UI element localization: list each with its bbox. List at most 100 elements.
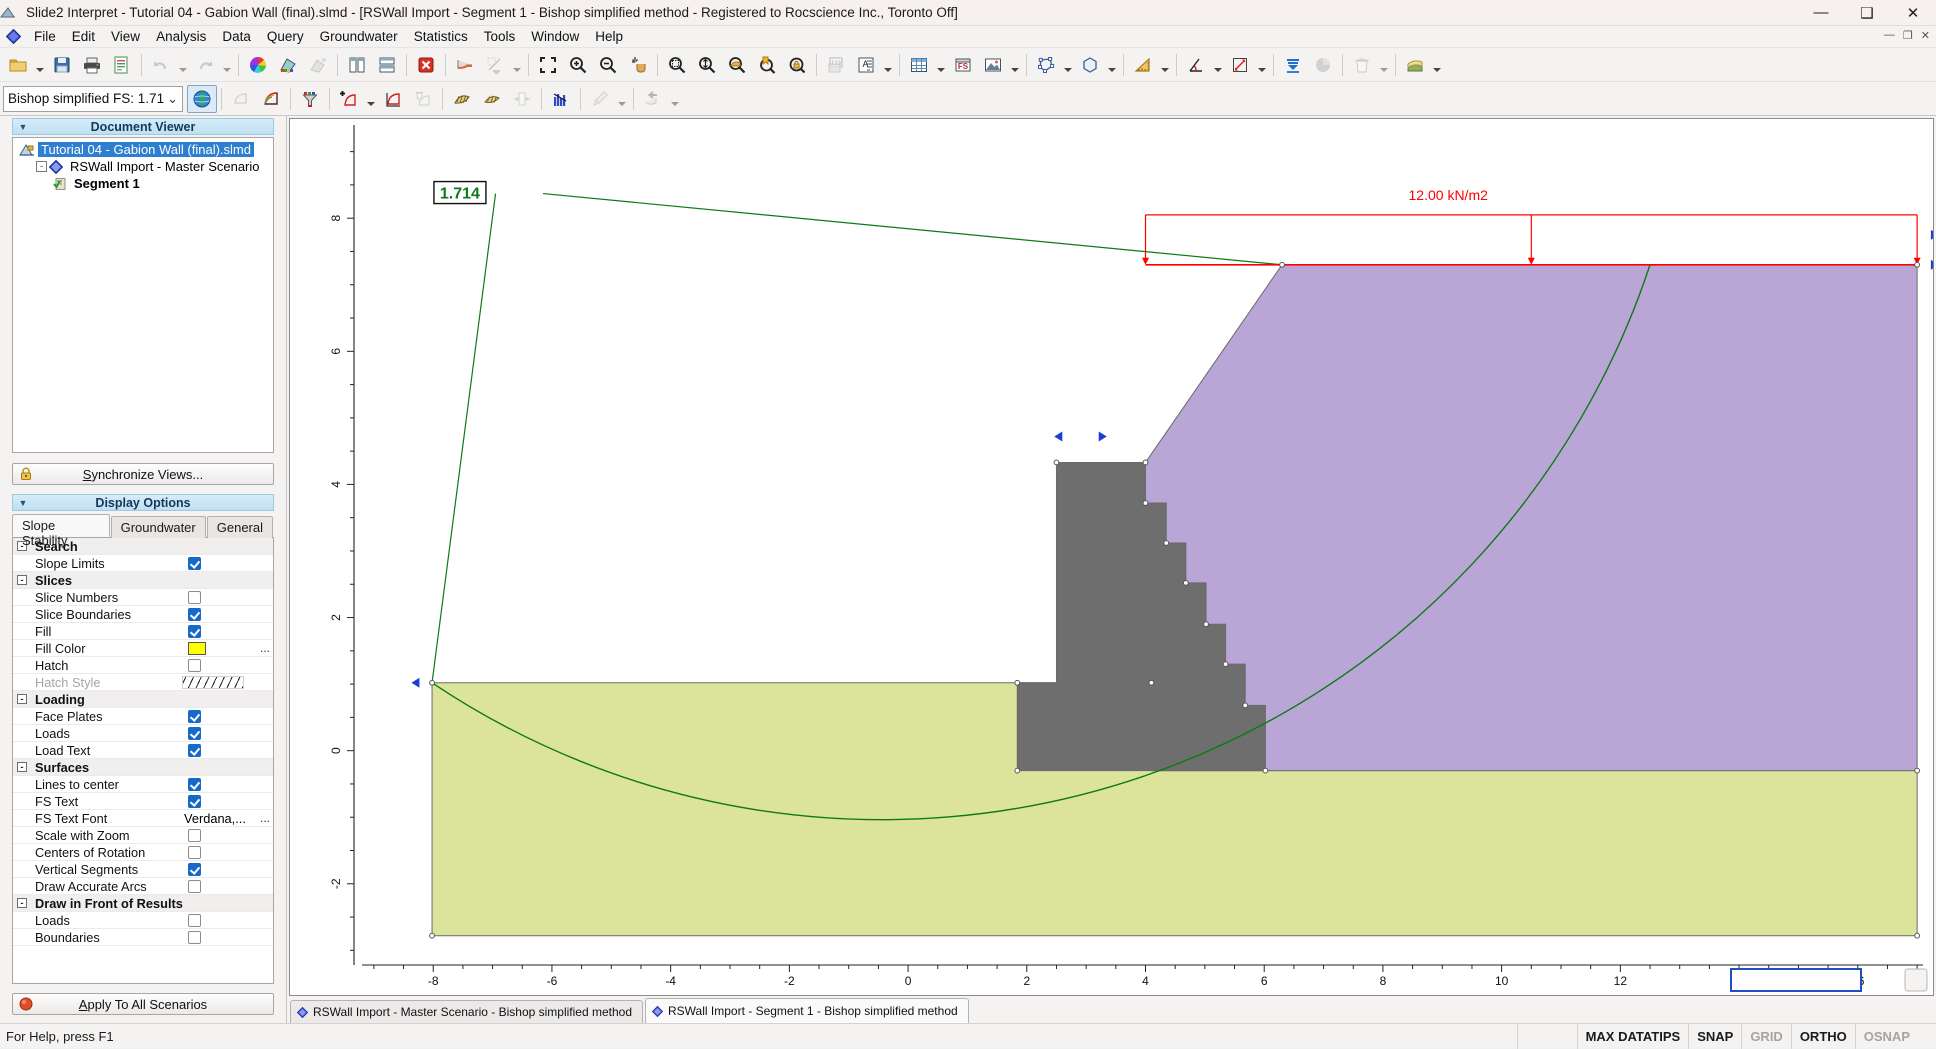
option-ellipsis-button[interactable]: ... — [257, 811, 273, 825]
option-value[interactable] — [182, 828, 257, 842]
document-viewer-header[interactable]: ▼ Document Viewer — [12, 118, 274, 135]
redo-dropdown-arrow-icon[interactable] — [220, 51, 234, 79]
add-surface-dropdown-arrow-icon[interactable] — [364, 85, 378, 113]
option-value[interactable] — [182, 879, 257, 893]
option-row-hatch-style[interactable]: Hatch Style — [13, 674, 273, 691]
option-group-loading[interactable]: - Loading — [13, 691, 273, 708]
view-tab-master-scenario[interactable]: RSWall Import - Master Scenario - Bishop… — [290, 1000, 643, 1023]
option-row-load-text[interactable]: Load Text — [13, 742, 273, 759]
checkbox-checked-icon[interactable] — [188, 726, 201, 740]
checkbox-checked-icon[interactable] — [188, 743, 201, 757]
all-surfaces-button[interactable] — [226, 85, 256, 113]
option-row-hatch[interactable]: Hatch — [13, 657, 273, 674]
status-ortho[interactable]: ORTHO — [1790, 1023, 1855, 1049]
save-button[interactable] — [47, 51, 77, 79]
add-picture-button[interactable] — [978, 51, 1008, 79]
option-row-slope-limits[interactable]: Slope Limits — [13, 555, 273, 572]
open-file-button[interactable] — [3, 51, 33, 79]
display-options-header[interactable]: ▼ Display Options — [12, 494, 274, 511]
option-value[interactable] — [182, 913, 257, 927]
delete-button[interactable] — [1347, 51, 1377, 79]
chart-canvas[interactable]: 1.71412.00 kN/m2-8-6-4-20246810121416-20… — [289, 118, 1934, 996]
collapse-caret-icon-2[interactable]: ▼ — [13, 498, 33, 508]
status-snap[interactable]: SNAP — [1688, 1023, 1741, 1049]
menu-item-statistics[interactable]: Statistics — [406, 27, 476, 46]
query-point-dropdown-arrow-icon[interactable] — [615, 85, 629, 113]
checkbox-checked-icon[interactable] — [188, 709, 201, 723]
zoom-in-button[interactable] — [563, 51, 593, 79]
show-slices-button[interactable] — [447, 85, 477, 113]
material-layers-button[interactable] — [1400, 51, 1430, 79]
zoom-out-button[interactable] — [593, 51, 623, 79]
tab-groundwater[interactable]: Groundwater — [110, 516, 206, 538]
menu-item-help[interactable]: Help — [587, 27, 631, 46]
checkbox-unchecked-icon[interactable] — [188, 845, 201, 859]
color-surfaces-button[interactable] — [256, 85, 286, 113]
coordinate-input-box[interactable] — [1730, 968, 1862, 992]
grid-line-button[interactable] — [480, 51, 510, 79]
slope-stability-plot[interactable]: 1.71412.00 kN/m2-8-6-4-20246810121416-20… — [290, 119, 1933, 996]
measure-dropdown-arrow-icon[interactable] — [1158, 51, 1172, 79]
status-max-datatips[interactable]: MAX DATATIPS — [1576, 1023, 1689, 1049]
option-row-lines-to-center[interactable]: Lines to center — [13, 776, 273, 793]
add-surface-button[interactable] — [334, 85, 364, 113]
menu-item-data[interactable]: Data — [214, 27, 259, 46]
show-slices2-button[interactable] — [477, 85, 507, 113]
color-swatch[interactable] — [188, 641, 206, 655]
checkbox-checked-icon[interactable] — [188, 777, 201, 791]
back-analysis-dropdown-arrow-icon[interactable] — [668, 85, 682, 113]
group-expander[interactable]: - — [13, 694, 31, 704]
option-value[interactable] — [182, 607, 257, 621]
polygon-button[interactable] — [1075, 51, 1105, 79]
close-view-button[interactable] — [411, 51, 441, 79]
menu-item-query[interactable]: Query — [259, 27, 312, 46]
tab-slope-stability[interactable]: Slope Stability — [12, 514, 110, 548]
tile-vertically-button[interactable] — [342, 51, 372, 79]
checkbox-checked-icon[interactable] — [188, 607, 201, 621]
mdi-close-button[interactable]: ✕ — [1921, 29, 1930, 42]
checkbox-checked-icon[interactable] — [188, 794, 201, 808]
menu-item-view[interactable]: View — [103, 27, 148, 46]
measure-button[interactable] — [1128, 51, 1158, 79]
zoom-bookmark-button[interactable] — [752, 51, 782, 79]
checkbox-unchecked-icon[interactable] — [188, 913, 201, 927]
option-value[interactable] — [182, 862, 257, 876]
menu-item-tools[interactable]: Tools — [476, 27, 524, 46]
pan-button[interactable] — [623, 51, 653, 79]
synchronize-views-button[interactable]: Synchronize Views... — [12, 463, 274, 485]
checkbox-checked-icon[interactable] — [188, 862, 201, 876]
option-group-surfaces[interactable]: - Surfaces — [13, 759, 273, 776]
close-button[interactable]: ✕ — [1890, 0, 1936, 26]
menu-item-window[interactable]: Window — [523, 27, 587, 46]
view-tab-segment-1[interactable]: RSWall Import - Segment 1 - Bishop simpl… — [645, 998, 969, 1023]
query-point-button[interactable] — [585, 85, 615, 113]
option-value[interactable] — [182, 930, 257, 944]
fs-value-label[interactable]: 1.714 — [433, 180, 487, 205]
option-value[interactable] — [182, 794, 257, 808]
open-file-dropdown-arrow-icon[interactable] — [33, 51, 47, 79]
add-table-dropdown-arrow-icon[interactable] — [934, 51, 948, 79]
color-wheel-button[interactable] — [243, 51, 273, 79]
menu-item-edit[interactable]: Edit — [64, 27, 103, 46]
graph-slope-button[interactable] — [450, 51, 480, 79]
option-value[interactable] — [182, 777, 257, 791]
option-value[interactable]: Verdana,... — [182, 811, 257, 826]
display-options-button[interactable] — [303, 51, 333, 79]
tab-general[interactable]: General — [206, 516, 273, 538]
option-value[interactable] — [182, 709, 257, 723]
option-row-scale-with-zoom[interactable]: Scale with Zoom — [13, 827, 273, 844]
option-row-slice-boundaries[interactable]: Slice Boundaries — [13, 606, 273, 623]
option-row-centers-of-rotation[interactable]: Centers of Rotation — [13, 844, 273, 861]
back-analysis-button[interactable] — [638, 85, 668, 113]
add-text-button[interactable]: A — [851, 51, 881, 79]
bar-graph-button[interactable] — [546, 85, 576, 113]
option-row-fs-text-font[interactable]: FS Text Font Verdana,...... — [13, 810, 273, 827]
option-value[interactable] — [182, 743, 257, 757]
mdi-minimize-button[interactable]: — — [1884, 29, 1895, 42]
option-row-loads[interactable]: Loads — [13, 725, 273, 742]
menu-item-file[interactable]: File — [26, 27, 64, 46]
collapse-caret-icon[interactable]: ▼ — [13, 122, 33, 132]
checkbox-unchecked-icon[interactable] — [188, 879, 201, 893]
option-row-slice-numbers[interactable]: Slice Numbers — [13, 589, 273, 606]
tree-item-scenario[interactable]: - RSWall Import - Master Scenario — [15, 158, 271, 175]
